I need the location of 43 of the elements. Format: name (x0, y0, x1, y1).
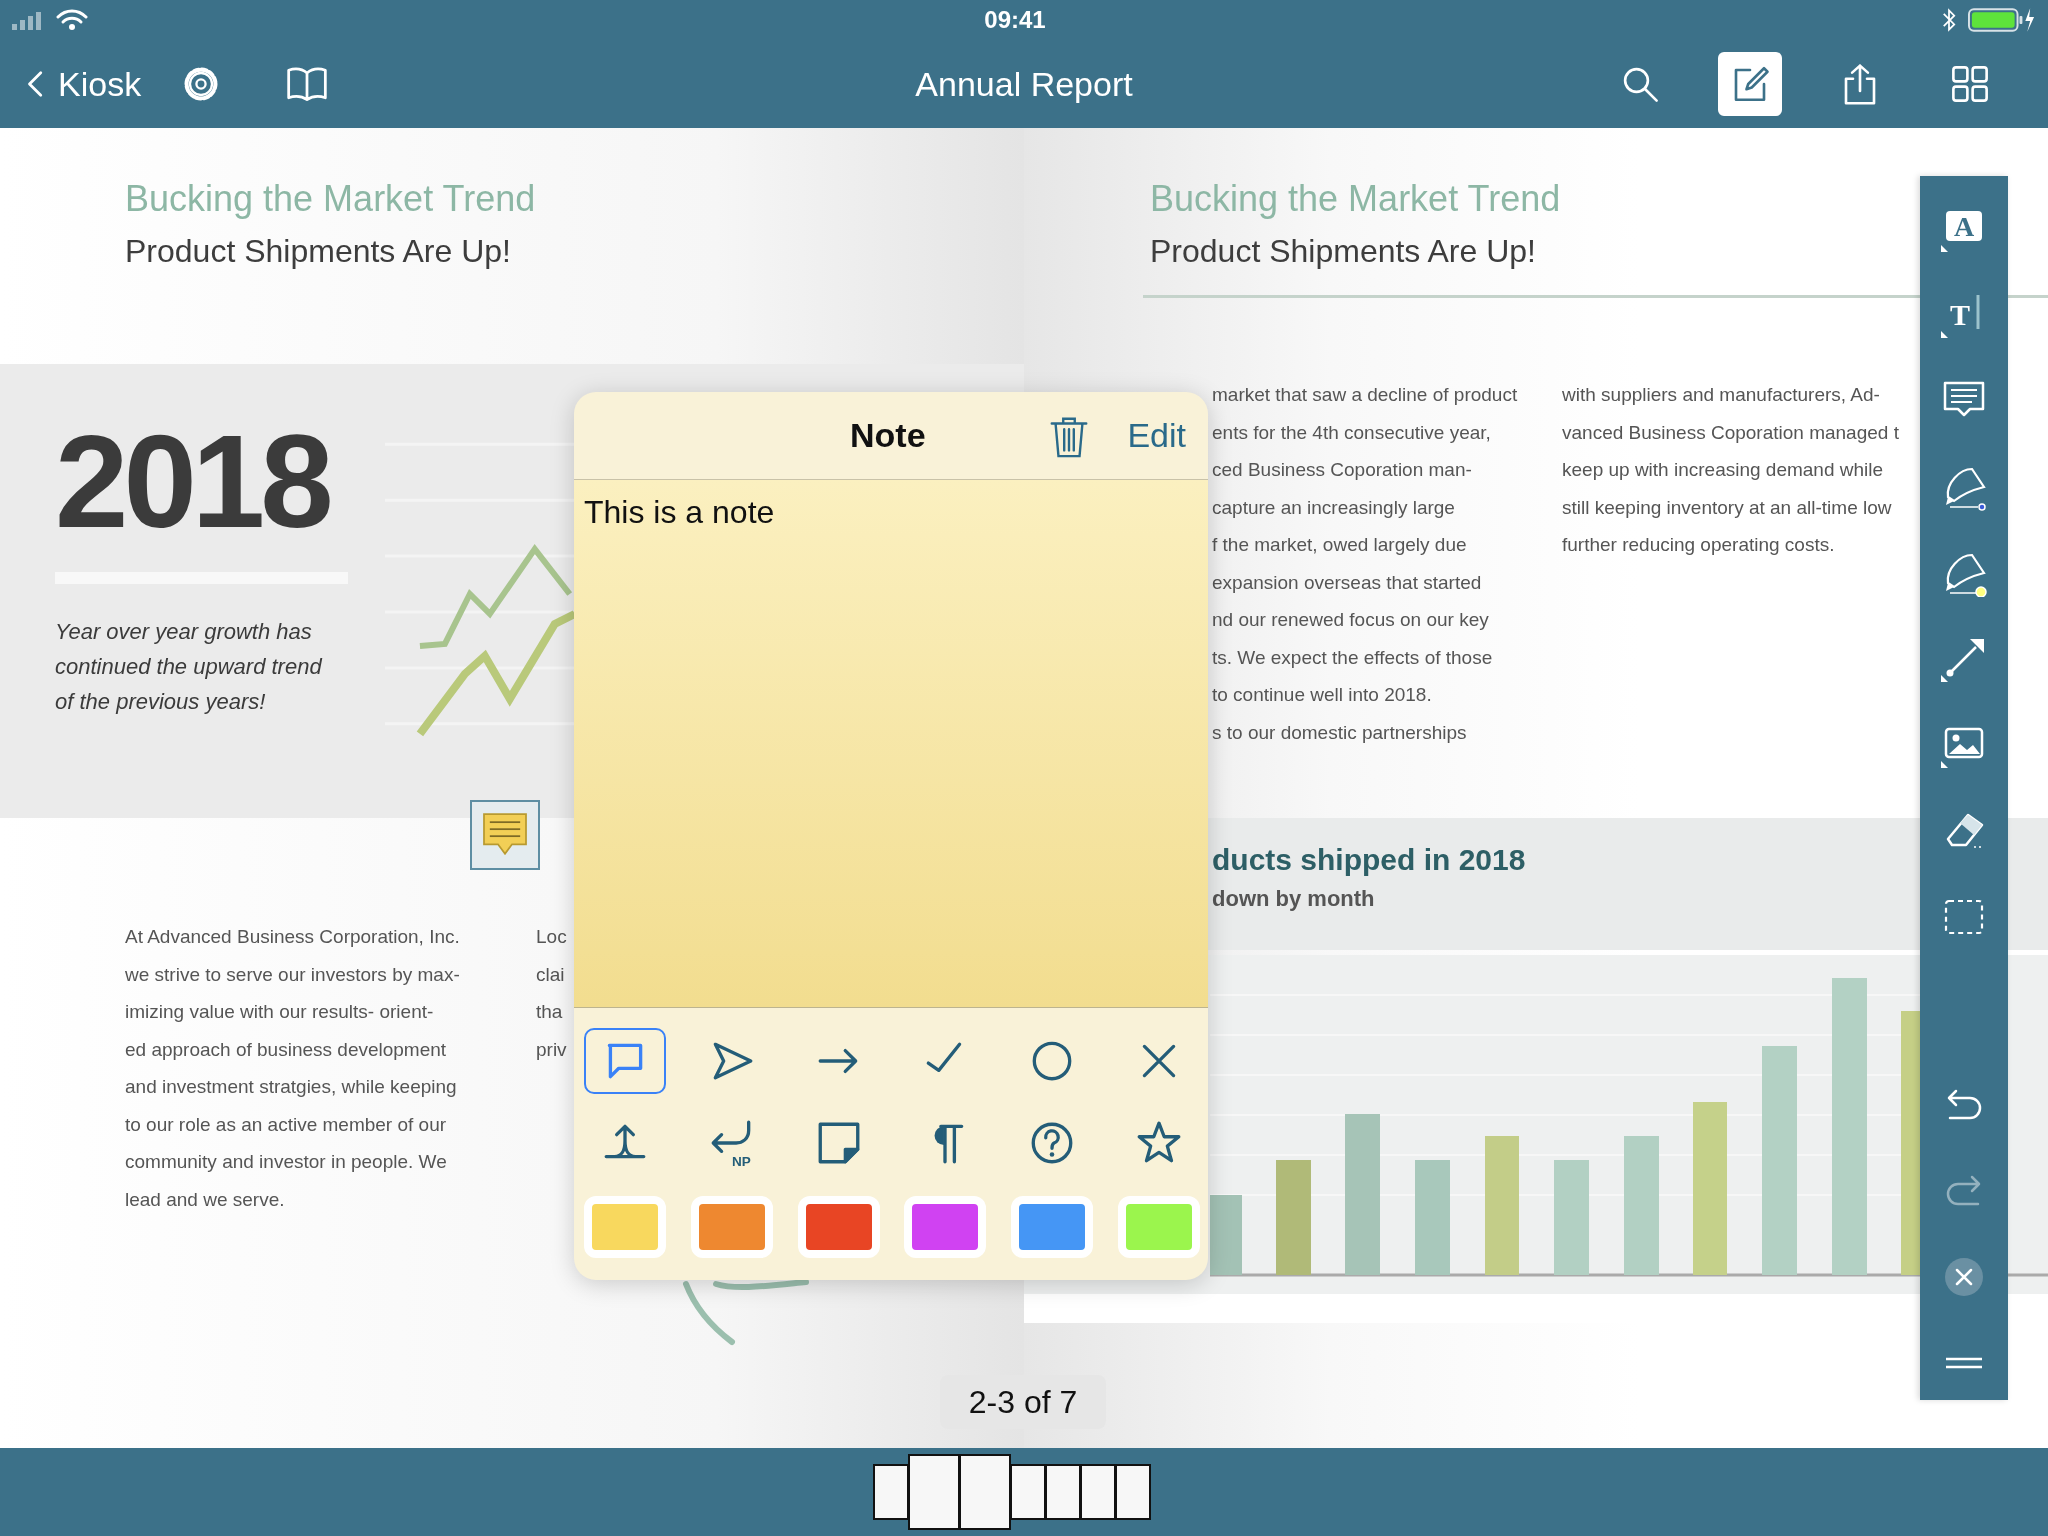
body-paragraph: market that saw a decline of product ents for the 4th consecutive year, ced Business Coporation man- capture an increasingly large f the market, owed largely due expansion overseas that started nd our renewed focus on our key ts. We expect the effects of those to continue well into 2018. s to our domestic partnerships (1212, 383, 1519, 745)
color-swatch[interactable] (1011, 1196, 1094, 1258)
bluetooth-icon (1942, 8, 1956, 32)
color-swatch[interactable] (904, 1196, 987, 1258)
back-button[interactable]: Kiosk (22, 58, 142, 110)
stamp-button[interactable]: NP (690, 1110, 773, 1176)
color-swatch[interactable] (584, 1196, 666, 1258)
grid-icon (1949, 63, 1991, 105)
typewriter-button[interactable]: T (1938, 290, 1990, 340)
year-text: 2018 (55, 416, 331, 548)
page-thumbnail[interactable] (1079, 1464, 1116, 1520)
text-box-button[interactable]: A (1938, 204, 1990, 254)
wifi-icon (56, 9, 88, 31)
page-subheading: Product Shipments Are Up! (1150, 232, 1536, 271)
color-swatch[interactable] (1118, 1196, 1200, 1258)
stamp-button[interactable] (584, 1028, 666, 1094)
page-thumbnail[interactable] (1009, 1464, 1046, 1520)
page-thumbnail[interactable] (958, 1454, 1011, 1530)
page-heading: Bucking the Market Trend (1150, 177, 1561, 221)
page-subheading: Product Shipments Are Up! (125, 232, 511, 271)
page-thumbnail[interactable] (872, 1464, 909, 1520)
note-annotation-button[interactable] (470, 800, 540, 870)
signal-icon (12, 10, 42, 30)
edit-button[interactable]: Edit (1127, 416, 1186, 455)
tagline-text: Year over year growth has continued the upward trend of the previous years! (55, 618, 324, 716)
body-paragraph: with suppliers and manufacturers, Ad- vanced Business Coporation managed t keep up with increasing demand while still keeping inventory at an all-time low further reducing operating costs. (1562, 383, 1899, 557)
status-time: 09:41 (983, 6, 1047, 34)
chart-title: ducts shipped in 2018 (1212, 842, 1527, 878)
popup-title: Note (850, 416, 926, 455)
page-thumbnail[interactable] (1114, 1464, 1151, 1520)
chart-subtitle: down by month (1212, 885, 1376, 913)
menu-icon (1945, 1357, 1983, 1369)
color-swatch[interactable] (690, 1196, 773, 1258)
note-text-area[interactable]: This is a note (574, 480, 1208, 1008)
battery-icon (1968, 8, 2036, 32)
page-heading: Bucking the Market Trend (125, 177, 536, 221)
page-thumbnail[interactable] (1044, 1464, 1081, 1520)
color-swatch[interactable] (797, 1196, 880, 1258)
body-paragraph: At Advanced Business Corporation, Inc. we strive to serve our investors by max- imizing value with our results- orient- ed approach of business development and investment stratgies, while keeping to our role as an active member of our community and investor in people. We lead and we serve. (125, 925, 461, 1212)
edit-button[interactable] (1718, 52, 1782, 116)
body-paragraph: Loc clai tha priv (536, 925, 567, 1062)
page-thumbnail[interactable] (907, 1454, 960, 1530)
document-title: Annual Report (915, 64, 1133, 104)
